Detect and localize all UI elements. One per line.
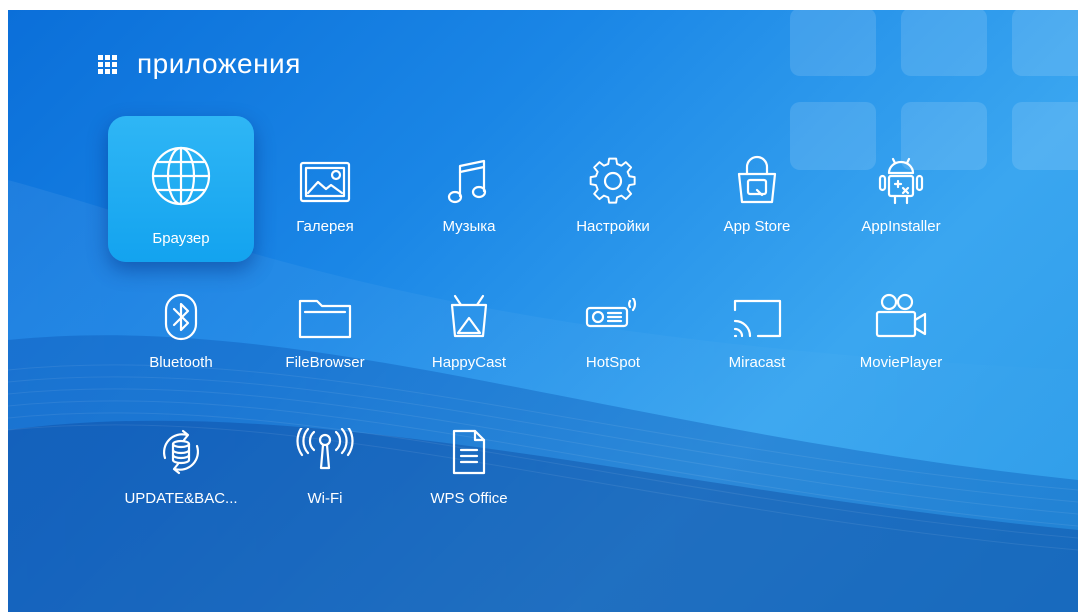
app-label: Музыка (442, 218, 496, 235)
app-bluetooth[interactable]: Bluetooth (108, 256, 254, 402)
app-label: App Store (723, 218, 791, 235)
app-label: Галерея (296, 218, 354, 235)
app-update-backup[interactable]: UPDATE&BAC... (108, 394, 254, 540)
app-app-store[interactable]: App Store (684, 116, 830, 262)
app-wifi[interactable]: Wi-Fi (252, 394, 398, 540)
app-browser[interactable]: Браузер (108, 116, 254, 262)
app-movieplayer[interactable]: MoviePlayer (828, 256, 974, 402)
cast-tv-icon (450, 294, 488, 338)
video-camera-icon (875, 293, 927, 338)
gear-icon (589, 157, 636, 204)
app-label: Wi-Fi (307, 490, 343, 507)
projector-icon (585, 298, 637, 328)
screen-cast-icon (733, 299, 782, 338)
app-music[interactable]: Музыка (396, 116, 542, 262)
decor-tile (790, 10, 876, 76)
shopping-bag-icon (737, 155, 777, 204)
app-gallery[interactable]: Галерея (252, 116, 398, 262)
app-label: Настройки (576, 218, 650, 235)
app-label: FileBrowser (285, 354, 365, 371)
page-header: приложения (98, 46, 301, 82)
music-note-icon (447, 159, 487, 204)
app-label: UPDATE&BAC... (124, 490, 238, 507)
decor-tile (901, 10, 987, 76)
app-label: HotSpot (585, 354, 641, 371)
app-happycast[interactable]: HappyCast (396, 256, 542, 402)
folder-icon (298, 299, 352, 339)
app-appinstaller[interactable]: AppInstaller (828, 116, 974, 262)
globe-icon (151, 146, 211, 206)
image-icon (299, 161, 351, 203)
app-label: WPS Office (430, 490, 508, 507)
android-installer-icon (878, 157, 924, 205)
app-label: HappyCast (431, 354, 507, 371)
app-miracast[interactable]: Miracast (684, 256, 830, 402)
decor-tile (1012, 10, 1078, 76)
app-label: AppInstaller (861, 218, 941, 235)
app-label: Bluetooth (149, 354, 213, 371)
app-wps-office[interactable]: WPS Office (396, 394, 542, 540)
page-title: приложения (137, 48, 301, 79)
database-sync-icon (162, 429, 200, 475)
app-label: Браузер (152, 230, 210, 247)
app-settings[interactable]: Настройки (540, 116, 686, 262)
wifi-antenna-icon (296, 428, 354, 470)
app-label: Miracast (728, 354, 786, 371)
app-label: MoviePlayer (859, 354, 943, 371)
decor-tile (1012, 102, 1078, 170)
apps-grid-icon (98, 54, 117, 74)
app-filebrowser[interactable]: FileBrowser (252, 256, 398, 402)
bluetooth-icon (164, 293, 198, 341)
document-icon (452, 429, 486, 475)
app-hotspot[interactable]: HotSpot (540, 256, 686, 402)
